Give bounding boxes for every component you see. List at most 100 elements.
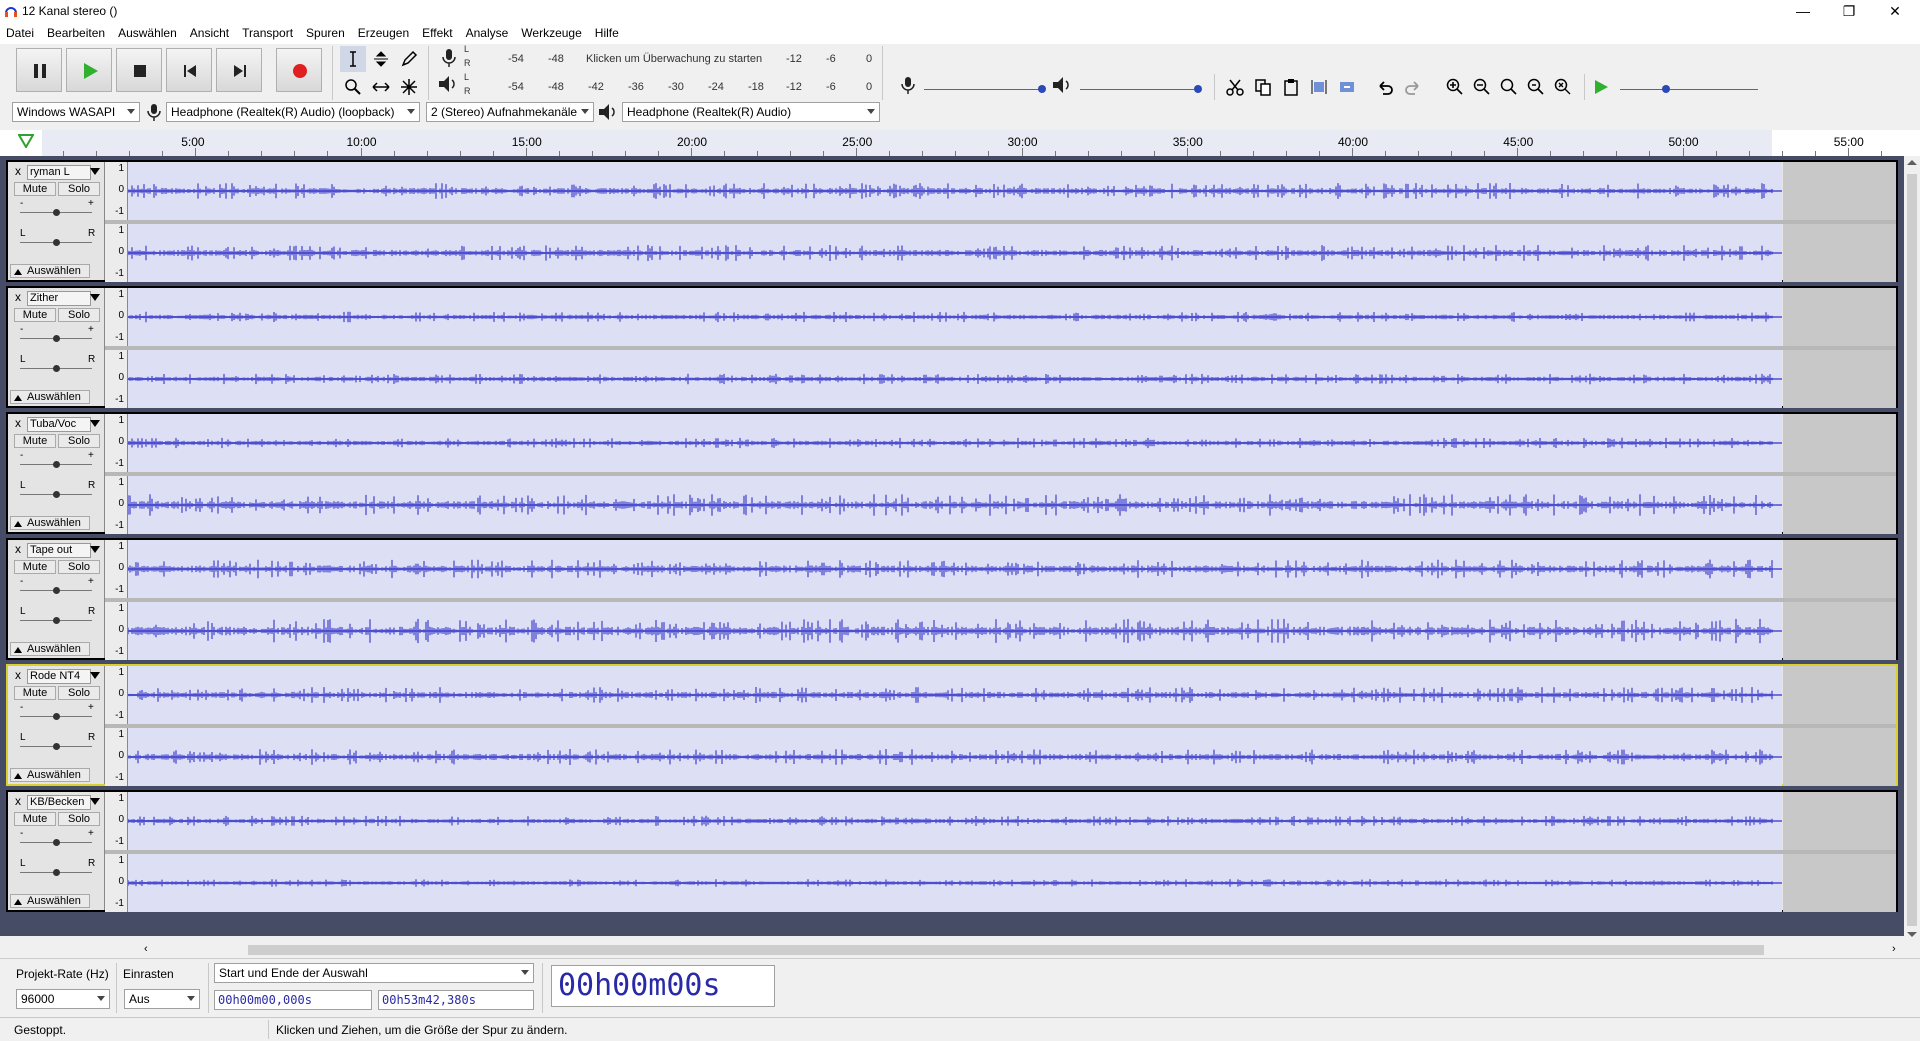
solo-button[interactable]: Solo [58,560,100,574]
select-track-button[interactable]: Auswählen [10,768,90,782]
play-speed-slider[interactable] [1620,84,1758,94]
track-menu-dropdown-icon[interactable] [90,168,100,175]
selection-mode-select[interactable]: Start und Ende der Auswahl [214,963,534,983]
channel-separator[interactable] [105,724,1896,728]
selection-end-time[interactable]: 00h53m42,380s [378,990,534,1010]
horizontal-scrollbar[interactable]: ‹ › [130,943,1900,957]
waveform-channel[interactable] [128,854,1782,912]
track-name-button[interactable]: Tuba/Voc [27,417,91,432]
track[interactable]: x KB/Becken Mute Solo - + L R Auswählen … [6,790,1898,912]
waveform-channel[interactable] [128,288,1782,346]
waveform-channel[interactable] [128,224,1782,282]
snap-select[interactable]: Aus [124,989,200,1009]
select-track-button[interactable]: Auswählen [10,642,90,656]
zoom-out-button[interactable] [1469,74,1495,100]
speaker-icon[interactable] [437,74,459,94]
track-menu-dropdown-icon[interactable] [90,420,100,427]
close-track-icon[interactable]: x [12,417,24,430]
zoom-in-button[interactable] [1442,74,1468,100]
vertical-ruler[interactable]: 1 0 -1 [105,666,128,724]
empty-track-region[interactable] [1783,792,1896,850]
empty-track-region[interactable] [1783,162,1896,220]
menu-ansicht[interactable]: Ansicht [184,24,236,40]
pan-slider-knob[interactable] [53,239,60,246]
empty-track-region[interactable] [1783,666,1896,724]
solo-button[interactable]: Solo [58,434,100,448]
empty-track-region[interactable] [1783,350,1896,408]
empty-track-region[interactable] [1783,728,1896,786]
close-track-icon[interactable]: x [12,669,24,682]
track-menu-dropdown-icon[interactable] [90,672,100,679]
pause-button[interactable] [16,48,62,92]
vertical-ruler[interactable]: 1 0 -1 [105,728,128,786]
gain-slider-knob[interactable] [53,335,60,342]
scroll-right-icon[interactable]: › [1892,943,1896,955]
mute-button[interactable]: Mute [14,308,56,322]
channel-separator[interactable] [105,472,1896,476]
solo-button[interactable]: Solo [58,686,100,700]
close-track-icon[interactable]: x [12,291,24,304]
mute-button[interactable]: Mute [14,686,56,700]
menu-spuren[interactable]: Spuren [300,24,352,40]
waveform-channel[interactable] [128,476,1782,534]
vertical-ruler[interactable]: 1 0 -1 [105,602,128,660]
trim-button[interactable] [1306,74,1332,100]
playback-meter[interactable]: -54 -48 -42 -36 -30 -24 -18 -12 -6 0 [474,74,876,98]
zoom-toggle-button[interactable] [1550,74,1576,100]
empty-track-region[interactable] [1783,476,1896,534]
track[interactable]: x Tuba/Voc Mute Solo - + L R Auswählen 1… [6,412,1898,534]
gain-slider-knob[interactable] [53,839,60,846]
empty-track-region[interactable] [1783,288,1896,346]
audio-host-select[interactable]: Windows WASAPI [12,102,140,122]
vertical-ruler[interactable]: 1 0 -1 [105,350,128,408]
redo-button[interactable] [1400,74,1426,100]
scroll-left-icon[interactable]: ‹ [144,943,148,955]
record-button[interactable] [276,48,322,92]
track-menu-dropdown-icon[interactable] [90,546,100,553]
cut-button[interactable] [1222,74,1248,100]
mute-button[interactable]: Mute [14,434,56,448]
close-track-icon[interactable]: x [12,165,24,178]
channel-separator[interactable] [105,850,1896,854]
solo-button[interactable]: Solo [58,812,100,826]
menu-auswaehlen[interactable]: Auswählen [112,24,184,40]
horizontal-scroll-thumb[interactable] [248,945,1764,955]
vertical-ruler[interactable]: 1 0 -1 [105,224,128,282]
record-meter[interactable]: -54 -48 Klicken um Überwachung zu starte… [474,46,876,70]
multi-tool[interactable] [396,74,422,100]
microphone-icon[interactable] [440,48,458,68]
track[interactable]: x Tape out Mute Solo - + L R Auswählen 1… [6,538,1898,660]
time-shift-tool[interactable] [368,74,394,100]
maximize-button[interactable]: ❐ [1826,0,1872,24]
selection-start-time[interactable]: 00h00m00,000s [214,990,372,1010]
waveform-channel[interactable] [128,414,1782,472]
mute-button[interactable]: Mute [14,182,56,196]
track[interactable]: x ryman L Mute Solo - + L R Auswählen 1 0… [6,160,1898,282]
fit-selection-button[interactable] [1496,74,1522,100]
empty-track-region[interactable] [1783,540,1896,598]
project-rate-select[interactable]: 96000 [16,989,110,1009]
waveform-channel[interactable] [128,350,1782,408]
track-name-button[interactable]: Zither [27,291,91,306]
vertical-ruler[interactable]: 1 0 -1 [105,854,128,912]
gain-slider-knob[interactable] [53,461,60,468]
stop-button[interactable] [116,48,162,92]
select-track-button[interactable]: Auswählen [10,894,90,908]
gain-slider-knob[interactable] [53,587,60,594]
track-name-button[interactable]: KB/Becken [27,795,91,810]
select-track-button[interactable]: Auswählen [10,390,90,404]
silence-button[interactable] [1334,74,1360,100]
pan-slider-knob[interactable] [53,365,60,372]
track[interactable]: x Zither Mute Solo - + L R Auswählen 1 0 -… [6,286,1898,408]
close-track-icon[interactable]: x [12,795,24,808]
waveform-channel[interactable] [128,666,1782,724]
pan-slider-knob[interactable] [53,491,60,498]
skip-to-end-button[interactable] [216,48,262,92]
empty-track-region[interactable] [1783,414,1896,472]
solo-button[interactable]: Solo [58,182,100,196]
gain-slider-knob[interactable] [53,209,60,216]
pan-slider-knob[interactable] [53,743,60,750]
audio-position-display[interactable]: 00h00m00s [551,965,775,1007]
track-name-button[interactable]: Tape out [27,543,91,558]
menu-bearbeiten[interactable]: Bearbeiten [41,24,112,40]
